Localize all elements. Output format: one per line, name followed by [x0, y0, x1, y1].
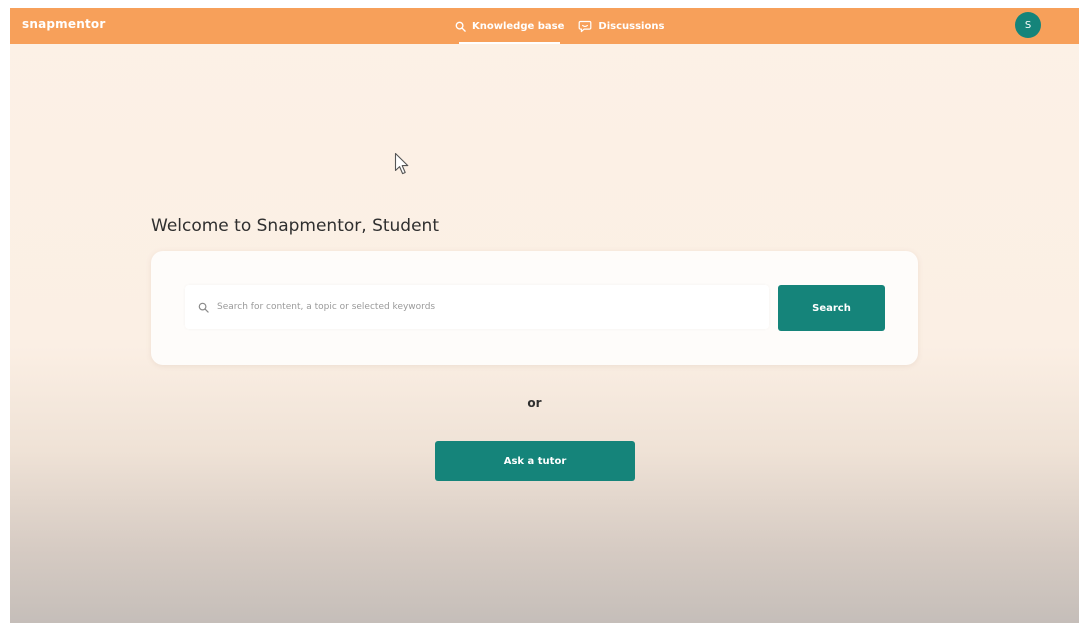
search-button[interactable]: Search: [778, 285, 885, 331]
or-separator: or: [527, 396, 542, 410]
brand-logo[interactable]: snapmentor: [22, 17, 105, 31]
nav-discussions[interactable]: Discussions: [578, 8, 664, 44]
nav-knowledge-base[interactable]: Knowledge base: [455, 8, 564, 44]
ask-a-tutor-button[interactable]: Ask a tutor: [435, 441, 635, 481]
welcome-heading: Welcome to Snapmentor, Student: [151, 216, 439, 236]
search-card: Search: [151, 251, 918, 365]
nav-knowledge-base-label: Knowledge base: [472, 20, 565, 32]
search-field[interactable]: [185, 285, 769, 329]
chat-bubble-icon: [578, 20, 592, 33]
app-window: snapmentor Knowledge base Discussions S …: [10, 8, 1079, 623]
search-icon: [198, 302, 209, 313]
nav-discussions-label: Discussions: [598, 20, 665, 32]
user-avatar[interactable]: S: [1015, 12, 1041, 38]
mouse-pointer-icon: [394, 152, 410, 180]
search-input[interactable]: [217, 302, 757, 312]
top-navigation-bar: snapmentor Knowledge base Discussions S: [10, 8, 1079, 44]
search-icon: [455, 21, 466, 32]
main-nav: Knowledge base Discussions: [455, 8, 664, 44]
